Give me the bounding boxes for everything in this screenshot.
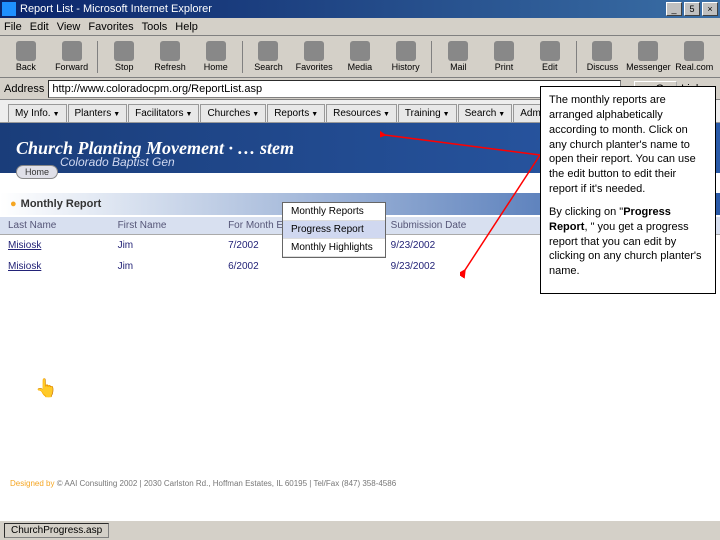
close-button[interactable]: × xyxy=(702,2,718,16)
messenger-button[interactable]: Messenger xyxy=(626,41,670,72)
menu-tools[interactable]: Tools xyxy=(142,21,168,33)
status-bar: ChurchProgress.asp xyxy=(0,520,720,540)
menu-bar: File Edit View Favorites Tools Help xyxy=(0,18,720,36)
favorites-button[interactable]: Favorites xyxy=(292,41,336,72)
dropdown-item-highlights[interactable]: Monthly Highlights xyxy=(283,239,385,257)
print-icon xyxy=(494,41,514,61)
tab-facilitators[interactable]: Facilitators▼ xyxy=(128,104,199,122)
messenger-icon xyxy=(638,41,658,61)
ie-icon xyxy=(2,2,16,16)
edit-button[interactable]: Edit xyxy=(528,41,572,72)
dropdown-item-monthly[interactable]: Monthly Reports xyxy=(283,203,385,221)
col-lastname[interactable]: Last Name xyxy=(0,217,110,235)
cell-date: 9/23/2002 xyxy=(383,256,539,277)
mail-button[interactable]: Mail xyxy=(436,41,480,72)
dropdown-item-progress[interactable]: Progress Report xyxy=(283,221,385,239)
stop-button[interactable]: Stop xyxy=(102,41,146,72)
menu-view[interactable]: View xyxy=(57,21,81,33)
chevron-down-icon: ▼ xyxy=(53,111,60,118)
media-icon xyxy=(350,41,370,61)
tab-resources[interactable]: Resources▼ xyxy=(326,104,397,122)
refresh-icon xyxy=(160,41,180,61)
search-icon xyxy=(258,41,278,61)
mail-icon xyxy=(448,41,468,61)
favorites-icon xyxy=(304,41,324,61)
minimize-button[interactable]: _ xyxy=(666,2,682,16)
discuss-button[interactable]: Discuss xyxy=(581,41,625,72)
realcom-button[interactable]: Real.com xyxy=(672,41,716,72)
cell-month: 6/2002 xyxy=(220,256,383,277)
history-icon xyxy=(396,41,416,61)
page-footer: Designed by © AAI Consulting 2002 | 2030… xyxy=(4,473,504,494)
menu-favorites[interactable]: Favorites xyxy=(88,21,133,33)
tab-churches[interactable]: Churches▼ xyxy=(200,104,266,122)
forward-button[interactable]: Forward xyxy=(50,41,94,72)
tab-training[interactable]: Training▼ xyxy=(398,104,457,122)
section-title: Monthly Report xyxy=(21,198,102,210)
window-title: Report List - Microsoft Internet Explore… xyxy=(20,3,666,15)
back-icon xyxy=(16,41,36,61)
window-titlebar: Report List - Microsoft Internet Explore… xyxy=(0,0,720,18)
status-file: ChurchProgress.asp xyxy=(4,523,109,538)
cursor-hand-icon: 👆 xyxy=(35,378,57,399)
print-button[interactable]: Print xyxy=(482,41,526,72)
cell-first: Jim xyxy=(110,235,221,257)
address-label: Address xyxy=(4,83,44,95)
forward-icon xyxy=(62,41,82,61)
col-date[interactable]: Submission Date xyxy=(383,217,539,235)
banner-subtitle: Colorado Baptist Gen xyxy=(60,155,175,169)
planter-name-link[interactable]: Misiosk xyxy=(0,256,110,277)
home-icon xyxy=(206,41,226,61)
realcom-icon xyxy=(684,41,704,61)
menu-file[interactable]: File xyxy=(4,21,22,33)
cell-date: 9/23/2002 xyxy=(383,235,539,257)
discuss-icon xyxy=(592,41,612,61)
banner-home-button[interactable]: Home xyxy=(16,165,58,179)
tab-planters[interactable]: Planters▼ xyxy=(68,104,128,122)
home-button[interactable]: Home xyxy=(194,41,238,72)
refresh-button[interactable]: Refresh xyxy=(148,41,192,72)
browser-toolbar: Back Forward Stop Refresh Home Search Fa… xyxy=(0,36,720,78)
media-button[interactable]: Media xyxy=(338,41,382,72)
tab-reports[interactable]: Reports▼ xyxy=(267,104,325,122)
callout-p2: By clicking on "Progress Report, " you g… xyxy=(549,205,707,279)
address-input[interactable] xyxy=(48,80,621,98)
search-button[interactable]: Search xyxy=(247,41,291,72)
tab-search[interactable]: Search▼ xyxy=(458,104,513,122)
reports-dropdown: Monthly Reports Progress Report Monthly … xyxy=(282,202,386,258)
maximize-button[interactable]: 5 xyxy=(684,2,700,16)
history-button[interactable]: History xyxy=(384,41,428,72)
tab-myinfo[interactable]: My Info.▼ xyxy=(8,104,67,122)
cell-first: Jim xyxy=(110,256,221,277)
back-button[interactable]: Back xyxy=(4,41,48,72)
bullet-icon: ● xyxy=(10,198,17,210)
planter-name-link[interactable]: Misiosk xyxy=(0,235,110,257)
menu-edit[interactable]: Edit xyxy=(30,21,49,33)
callout-p1: The monthly reports are arranged alphabe… xyxy=(549,93,707,197)
col-firstname[interactable]: First Name xyxy=(110,217,221,235)
help-callout: The monthly reports are arranged alphabe… xyxy=(540,86,716,294)
menu-help[interactable]: Help xyxy=(175,21,198,33)
stop-icon xyxy=(114,41,134,61)
designed-by: Designed by xyxy=(10,479,54,488)
footer-text: © AAI Consulting 2002 | 2030 Carlston Rd… xyxy=(57,479,396,488)
edit-icon xyxy=(540,41,560,61)
